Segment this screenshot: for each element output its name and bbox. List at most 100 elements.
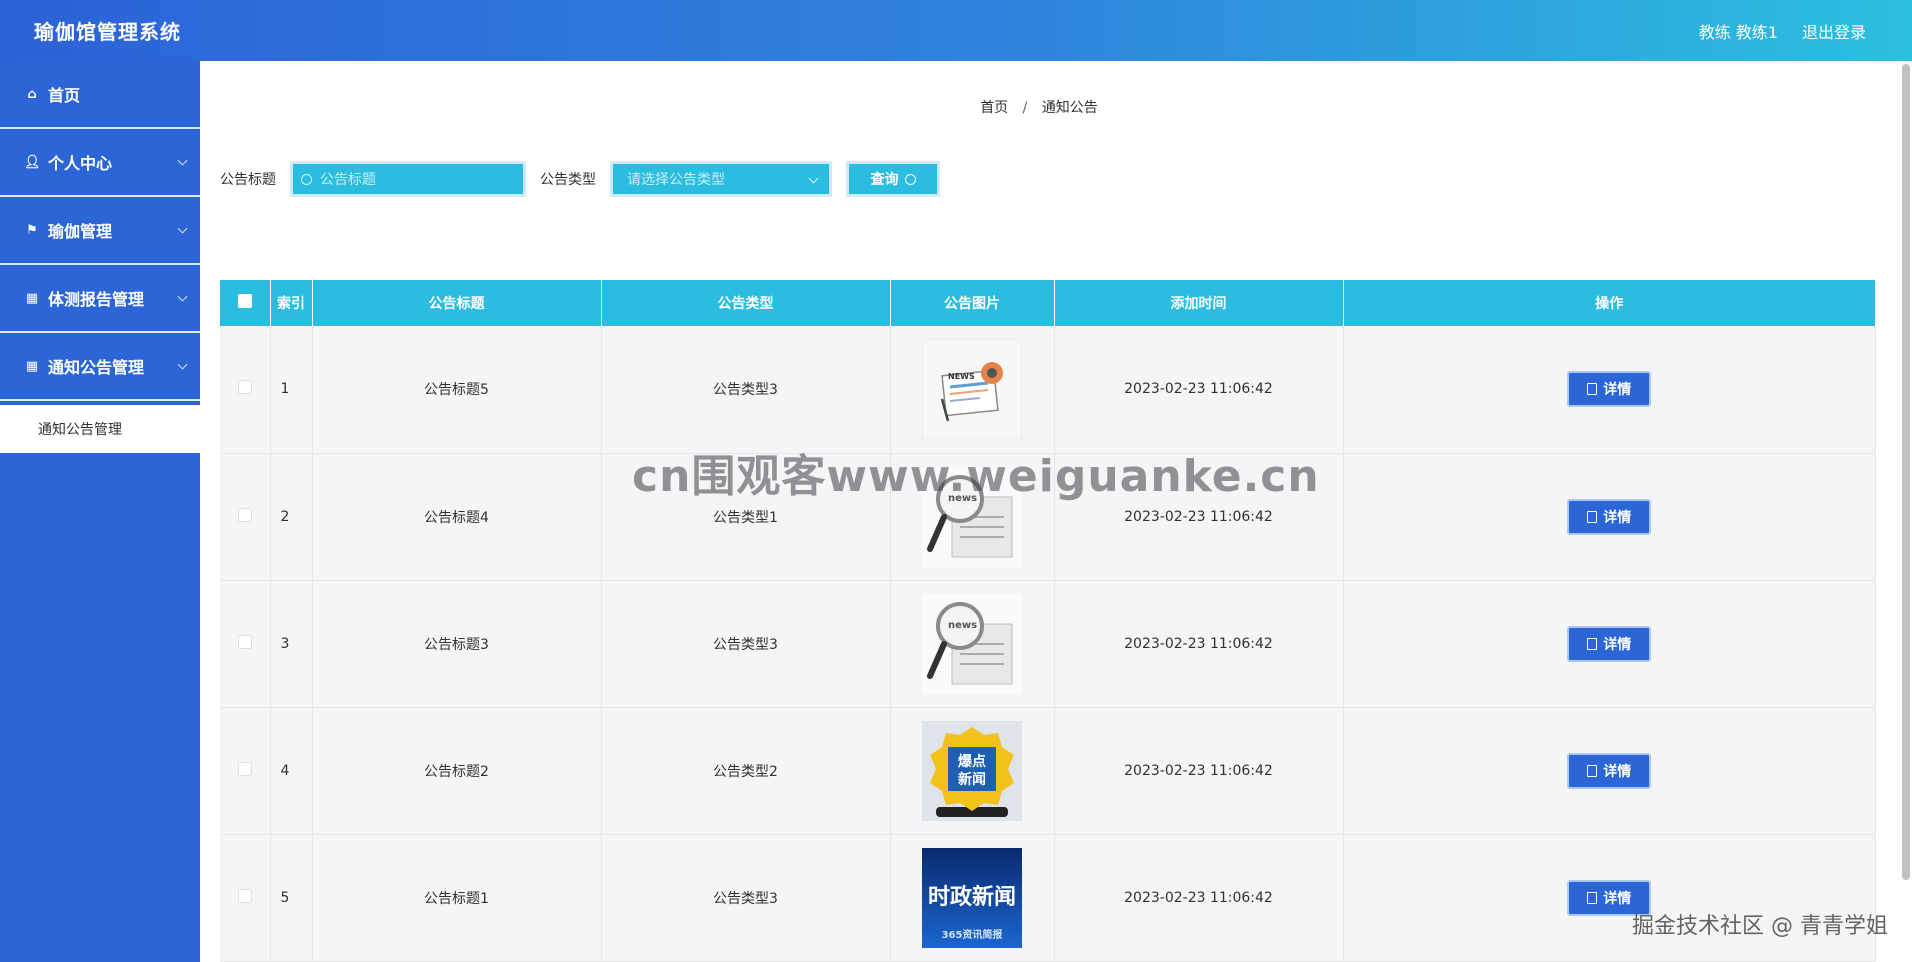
- scrollbar-thumb[interactable]: [1902, 64, 1910, 880]
- breaking-news-image: 爆点 新闻: [922, 720, 1022, 821]
- table-row: 5 公告标题1 公告类型3 时政新闻 365资讯简报 2023-02-23 11…: [220, 834, 1876, 962]
- table-row: 1 公告标题5 公告类型3 NEWS 2023-02-23 11:06:42 详…: [220, 326, 1876, 454]
- query-button-label: 查询: [870, 172, 899, 188]
- breaking-news-text-2: 新闻: [958, 771, 986, 788]
- detail-button[interactable]: 详情: [1567, 498, 1652, 535]
- row-type: 公告类型2: [601, 707, 891, 835]
- breadcrumb-current: 通知公告: [1041, 100, 1098, 116]
- politics-news-subtext: 365资讯简报: [942, 928, 1003, 941]
- row-time: 2023-02-23 11:06:42: [1054, 326, 1344, 454]
- sidebar-item-label: 首页: [48, 86, 81, 105]
- news-magnifier-image: news: [922, 593, 1022, 694]
- row-title: 公告标题5: [312, 326, 602, 454]
- document-icon: [1587, 891, 1598, 904]
- user-icon: 👤︎: [24, 154, 41, 170]
- select-all-checkbox[interactable]: [237, 294, 252, 308]
- row-type: 公告类型3: [601, 326, 891, 454]
- chevron-down-icon: [177, 359, 188, 370]
- sidebar-item-label: 个人中心: [48, 154, 113, 173]
- row-select-cell: [220, 326, 271, 454]
- col-time: 添加时间: [1054, 280, 1344, 326]
- detail-button[interactable]: 详情: [1567, 371, 1652, 408]
- row-select-cell: [220, 834, 271, 962]
- col-actions: 操作: [1343, 280, 1876, 326]
- logout-link[interactable]: 退出登录: [1802, 19, 1866, 43]
- row-index: 3: [270, 580, 313, 708]
- row-image-cell: news: [890, 453, 1055, 581]
- title-search-placeholder: 公告标题: [320, 172, 376, 188]
- document-icon: [1587, 510, 1598, 523]
- type-select[interactable]: 请选择公告类型: [610, 161, 832, 197]
- row-time: 2023-02-23 11:06:42: [1054, 834, 1344, 962]
- main-content: 首页 / 通知公告 公告标题 公告标题 公告类型 请选择公告类型 查询 索引 公…: [200, 61, 1900, 962]
- svg-text:NEWS: NEWS: [948, 372, 975, 381]
- sidebar-item-report[interactable]: ▦ 体测报告管理: [0, 265, 200, 333]
- row-checkbox[interactable]: [237, 507, 252, 522]
- row-title: 公告标题1: [312, 834, 602, 962]
- vertical-scrollbar[interactable]: [1902, 64, 1910, 880]
- select-all-cell[interactable]: [220, 280, 271, 326]
- col-image: 公告图片: [890, 280, 1055, 326]
- sidebar-item-yoga[interactable]: ⚑ 瑜伽管理: [0, 197, 200, 265]
- row-image-cell: 时政新闻 365资讯简报: [890, 834, 1055, 962]
- detail-button[interactable]: 详情: [1567, 625, 1652, 662]
- politics-news-image: 时政新闻 365资讯简报: [922, 847, 1022, 948]
- svg-text:news: news: [948, 620, 977, 631]
- detail-button-label: 详情: [1603, 890, 1632, 907]
- row-type: 公告类型3: [601, 834, 891, 962]
- row-checkbox[interactable]: [237, 634, 252, 649]
- detail-button[interactable]: 详情: [1567, 879, 1652, 916]
- row-actions: 详情: [1343, 326, 1876, 454]
- search-bar: 公告标题 公告标题 公告类型 请选择公告类型 查询: [220, 161, 940, 197]
- row-time: 2023-02-23 11:06:42: [1054, 707, 1344, 835]
- current-user[interactable]: 教练 教练1: [1699, 19, 1778, 43]
- title-search-label: 公告标题: [220, 172, 276, 188]
- search-icon: [904, 173, 916, 185]
- news-magnifier-image: news: [922, 466, 1022, 567]
- sidebar-item-home[interactable]: ⌂ 首页: [0, 61, 200, 129]
- row-checkbox[interactable]: [237, 380, 252, 395]
- grid-icon: ▦: [25, 358, 39, 374]
- sidebar-item-notice[interactable]: ▦ 通知公告管理: [0, 333, 200, 401]
- sidebar-item-label: 体测报告管理: [48, 290, 145, 309]
- row-select-cell: [220, 580, 271, 708]
- detail-button[interactable]: 详情: [1567, 752, 1652, 789]
- row-time: 2023-02-23 11:06:42: [1054, 453, 1344, 581]
- document-icon: [1587, 383, 1598, 396]
- document-icon: [1587, 637, 1598, 650]
- breadcrumb-home[interactable]: 首页: [980, 100, 1008, 116]
- search-icon: [301, 173, 312, 185]
- type-select-label: 公告类型: [540, 172, 596, 188]
- row-actions: 详情: [1343, 580, 1876, 708]
- flag-icon: ⚑: [26, 222, 38, 238]
- chevron-down-icon: [177, 291, 188, 302]
- row-image-cell: news: [890, 580, 1055, 708]
- col-index: 索引: [270, 280, 313, 326]
- row-select-cell: [220, 707, 271, 835]
- col-title: 公告标题: [312, 280, 602, 326]
- row-select-cell: [220, 453, 271, 581]
- row-index: 5: [270, 834, 313, 962]
- row-time: 2023-02-23 11:06:42: [1054, 580, 1344, 708]
- query-button[interactable]: 查询: [846, 161, 940, 197]
- row-checkbox[interactable]: [237, 761, 252, 776]
- row-image-cell: NEWS: [890, 326, 1055, 454]
- row-checkbox[interactable]: [237, 888, 252, 903]
- politics-news-text: 时政新闻: [928, 884, 1016, 910]
- breaking-news-text-1: 爆点: [958, 753, 986, 770]
- row-index: 1: [270, 326, 313, 454]
- submenu-item-notice-manage[interactable]: 通知公告管理: [0, 405, 200, 453]
- row-actions: 详情: [1343, 707, 1876, 835]
- type-select-placeholder: 请选择公告类型: [627, 172, 725, 188]
- app-title: 瑜伽馆管理系统: [34, 20, 181, 44]
- detail-button-label: 详情: [1603, 763, 1632, 780]
- sidebar: ⌂ 首页 👤︎ 个人中心 ⚑ 瑜伽管理 ▦ 体测报告管理 ▦ 通知公告管理 通知…: [0, 61, 200, 962]
- top-header: 瑜伽馆管理系统 教练 教练1 退出登录: [0, 0, 1912, 61]
- sidebar-item-profile[interactable]: 👤︎ 个人中心: [0, 129, 200, 197]
- row-type: 公告类型1: [601, 453, 891, 581]
- title-search-input[interactable]: 公告标题: [290, 161, 526, 197]
- table-row: 4 公告标题2 公告类型2 爆点 新闻 2023-02-23 11:06:42: [220, 707, 1876, 835]
- grid-icon: ▦: [25, 290, 39, 306]
- row-actions: 详情: [1343, 453, 1876, 581]
- row-title: 公告标题3: [312, 580, 602, 708]
